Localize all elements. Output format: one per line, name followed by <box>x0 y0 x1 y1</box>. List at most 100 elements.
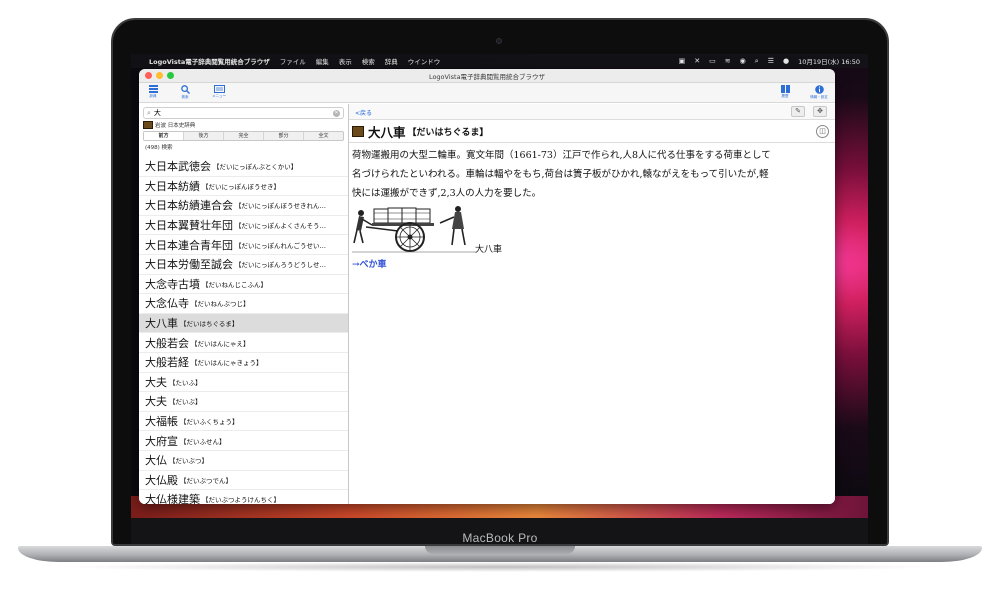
menu-app-name[interactable]: LogoVista電子辞典閲覧用統合ブラウザ <box>149 56 270 66</box>
menu-file[interactable]: ファイル <box>280 56 306 66</box>
search-icon: ⌕ <box>147 108 151 117</box>
list-item[interactable]: 大八車 【だいはちぐるま】 <box>139 313 348 334</box>
list-item-headword: 大八車 <box>145 317 178 331</box>
mute-icon[interactable]: ✕ <box>694 57 700 65</box>
battery-icon[interactable]: ▭ <box>709 57 716 65</box>
list-item[interactable]: 大日本紡績 【だいにっぽんぼうせき】 <box>139 177 348 197</box>
siri-icon[interactable]: ● <box>783 57 789 65</box>
history-button[interactable]: 履歴 <box>773 85 797 99</box>
list-item[interactable]: 大般若経 【だいはんにゃきょう】 <box>139 353 348 373</box>
entry-header: 大八車 【だいはちぐるま】 ◫ <box>349 120 835 143</box>
list-item-reading: 【だいぶつようけんちく】 <box>202 496 280 504</box>
list-item-headword: 大日本紡績連合会 <box>145 199 233 213</box>
info-settings-button[interactable]: 情報・設定 <box>807 85 831 100</box>
menu-search[interactable]: 検索 <box>362 56 375 66</box>
edit-icon[interactable]: ✎ <box>791 106 805 117</box>
entry-text-line: 名づけられたといわれる。車輪は輻やをもち,荷台は簀子板がひかれ,轅ながえをもって… <box>352 169 769 180</box>
list-item-headword: 大念寺古墳 <box>145 277 200 291</box>
mode-suffix[interactable]: 後方 <box>184 132 224 140</box>
list-item[interactable]: 大仏様建築 【だいぶつようけんちく】 <box>139 490 348 504</box>
search-icon <box>180 85 190 94</box>
search-mode-segments: 前方 後方 完全 部分 全文 <box>143 131 344 141</box>
list-item-headword: 大日本労働至誠会 <box>145 258 233 272</box>
entry-nav: <戻る ✎ ✥ <box>349 104 835 120</box>
list-item[interactable]: 大日本連合青年団 【だいにっぽんれんごうせい… <box>139 235 348 255</box>
list-item[interactable]: 大念仏寺 【だいねんぶつじ】 <box>139 294 348 314</box>
list-item[interactable]: 大念寺古墳 【だいねんじこふん】 <box>139 275 348 295</box>
list-item-reading: 【だいにっぽんぶとくかい】 <box>213 163 298 172</box>
list-item[interactable]: 大府宣 【だいふせん】 <box>139 431 348 451</box>
mode-partial[interactable]: 部分 <box>264 132 304 140</box>
menu-dictionary[interactable]: 辞典 <box>385 56 398 66</box>
list-item[interactable]: 大仏殿 【だいぶつでん】 <box>139 471 348 491</box>
screen: LogoVista電子辞典閲覧用統合ブラウザ ファイル 編集 表示 検索 辞典 … <box>131 54 868 518</box>
clear-search-icon[interactable]: ✕ <box>333 109 340 117</box>
list-item-reading: 【だいにっぽんろうどうしせ… <box>235 261 326 270</box>
mode-exact[interactable]: 完全 <box>224 132 264 140</box>
mode-prefix[interactable]: 前方 <box>144 132 184 140</box>
control-center-icon[interactable]: ☰ <box>768 57 774 65</box>
result-count: (498) 検索 <box>145 145 173 151</box>
list-item-reading: 【だいぶ】 <box>169 398 202 407</box>
entry-text-line: 荷物運搬用の大型二輪車。寛文年間（1661-73）江戸で作られ,人8人に代る仕事… <box>352 150 771 161</box>
user-icon[interactable]: ◉ <box>740 57 746 65</box>
list-item-reading: 【だいにっぽんぼうせきれん… <box>235 202 326 211</box>
entry-body: 荷物運搬用の大型二輪車。寛文年間（1661-73）江戸で作られ,人8人に代る仕事… <box>349 143 835 203</box>
list-item-reading: 【だいにっぽんれんごうせい… <box>235 241 326 250</box>
clipboard-icon[interactable]: ▣ <box>679 57 686 65</box>
mode-fulltext[interactable]: 全文 <box>304 132 343 140</box>
list-item[interactable]: 大日本武徳会 【だいにっぽんぶとくかい】 <box>139 157 348 177</box>
info-icon <box>814 85 824 94</box>
list-item-reading: 【だいぶつ】 <box>169 457 208 466</box>
move-icon[interactable]: ✥ <box>813 106 827 117</box>
list-item-headword: 大日本翼賛壮年団 <box>145 219 233 233</box>
list-item-reading: 【だいねんぶつじ】 <box>191 300 250 309</box>
sidebar: ⌕ ✕ 岩波 日本史辞典 前方 後方 完全 部分 全文 (498) 検索 大日本… <box>139 104 349 504</box>
list-item-headword: 大仏 <box>145 454 167 468</box>
back-button[interactable]: <戻る <box>355 108 372 117</box>
menu-window[interactable]: ウインドウ <box>408 56 441 66</box>
laptop-notch <box>425 546 575 554</box>
menu-edit[interactable]: 編集 <box>316 56 329 66</box>
menu-tool-button[interactable]: メニュー <box>207 85 231 99</box>
list-item[interactable]: 大日本労働至誠会 【だいにっぽんろうどうしせ… <box>139 255 348 275</box>
list-item-headword: 大日本紡績 <box>145 179 200 193</box>
list-item[interactable]: 大仏 【だいぶつ】 <box>139 451 348 471</box>
list-item-headword: 大府宣 <box>145 434 178 448</box>
list-item-headword: 大福帳 <box>145 415 178 429</box>
list-item[interactable]: 大日本紡績連合会 【だいにっぽんぼうせきれん… <box>139 196 348 216</box>
menu-clock[interactable]: 10月19日(水) 16:50 <box>798 56 860 66</box>
entry-reading: 【だいはちぐるま】 <box>407 127 489 138</box>
list-item-reading: 【だいにっぽんぼうせき】 <box>202 182 280 191</box>
list-item[interactable]: 大日本翼賛壮年団 【だいにっぽんよくさんそう… <box>139 216 348 236</box>
daihachiguruma-illustration <box>352 206 476 253</box>
title-bar: LogoVista電子辞典閲覧用統合ブラウザ <box>139 69 835 83</box>
laptop-shadow <box>60 562 940 572</box>
result-list: 大日本武徳会 【だいにっぽんぶとくかい】 大日本紡績 【だいにっぽんぼうせき】 大日本紡… <box>139 157 348 504</box>
list-item-headword: 大般若会 <box>145 336 189 350</box>
list-item[interactable]: 大夫 【だいぶ】 <box>139 392 348 412</box>
see-also-link[interactable]: →べか車 <box>349 257 835 270</box>
figure-caption: 大八車 <box>475 245 503 255</box>
brand-label: MacBook Pro <box>462 531 538 545</box>
search-spotlight-icon[interactable]: ⌕ <box>755 57 759 66</box>
dictionary-selector[interactable]: 岩波 日本史辞典 <box>139 119 348 131</box>
list-item-reading: 【だいねんじこふん】 <box>202 280 267 289</box>
search-box: ⌕ ✕ <box>143 107 344 119</box>
menu-view[interactable]: 表示 <box>339 56 352 66</box>
list-item[interactable]: 大夫 【たいふ】 <box>139 373 348 393</box>
list-item-reading: 【だいぶつでん】 <box>180 476 232 485</box>
list-item[interactable]: 大福帳 【だいふくちょう】 <box>139 412 348 432</box>
wifi-icon[interactable]: ≋ <box>725 57 731 65</box>
entry-title: 大八車 <box>368 124 406 140</box>
search-input[interactable] <box>153 109 333 117</box>
search-tool-button[interactable]: 検索 <box>173 85 197 100</box>
menu-icon <box>213 85 225 93</box>
compare-icon[interactable]: ◫ <box>816 125 829 138</box>
dictionary-list-button[interactable]: 辞典 <box>141 85 165 99</box>
menu-bar: LogoVista電子辞典閲覧用統合ブラウザ ファイル 編集 表示 検索 辞典 … <box>131 54 868 68</box>
list-item-reading: 【だいふせん】 <box>180 437 226 446</box>
list-item[interactable]: 大般若会 【だいはんにゃえ】 <box>139 333 348 353</box>
dictionary-book-icon <box>352 125 364 137</box>
list-item-reading: 【だいはんにゃきょう】 <box>191 359 263 368</box>
